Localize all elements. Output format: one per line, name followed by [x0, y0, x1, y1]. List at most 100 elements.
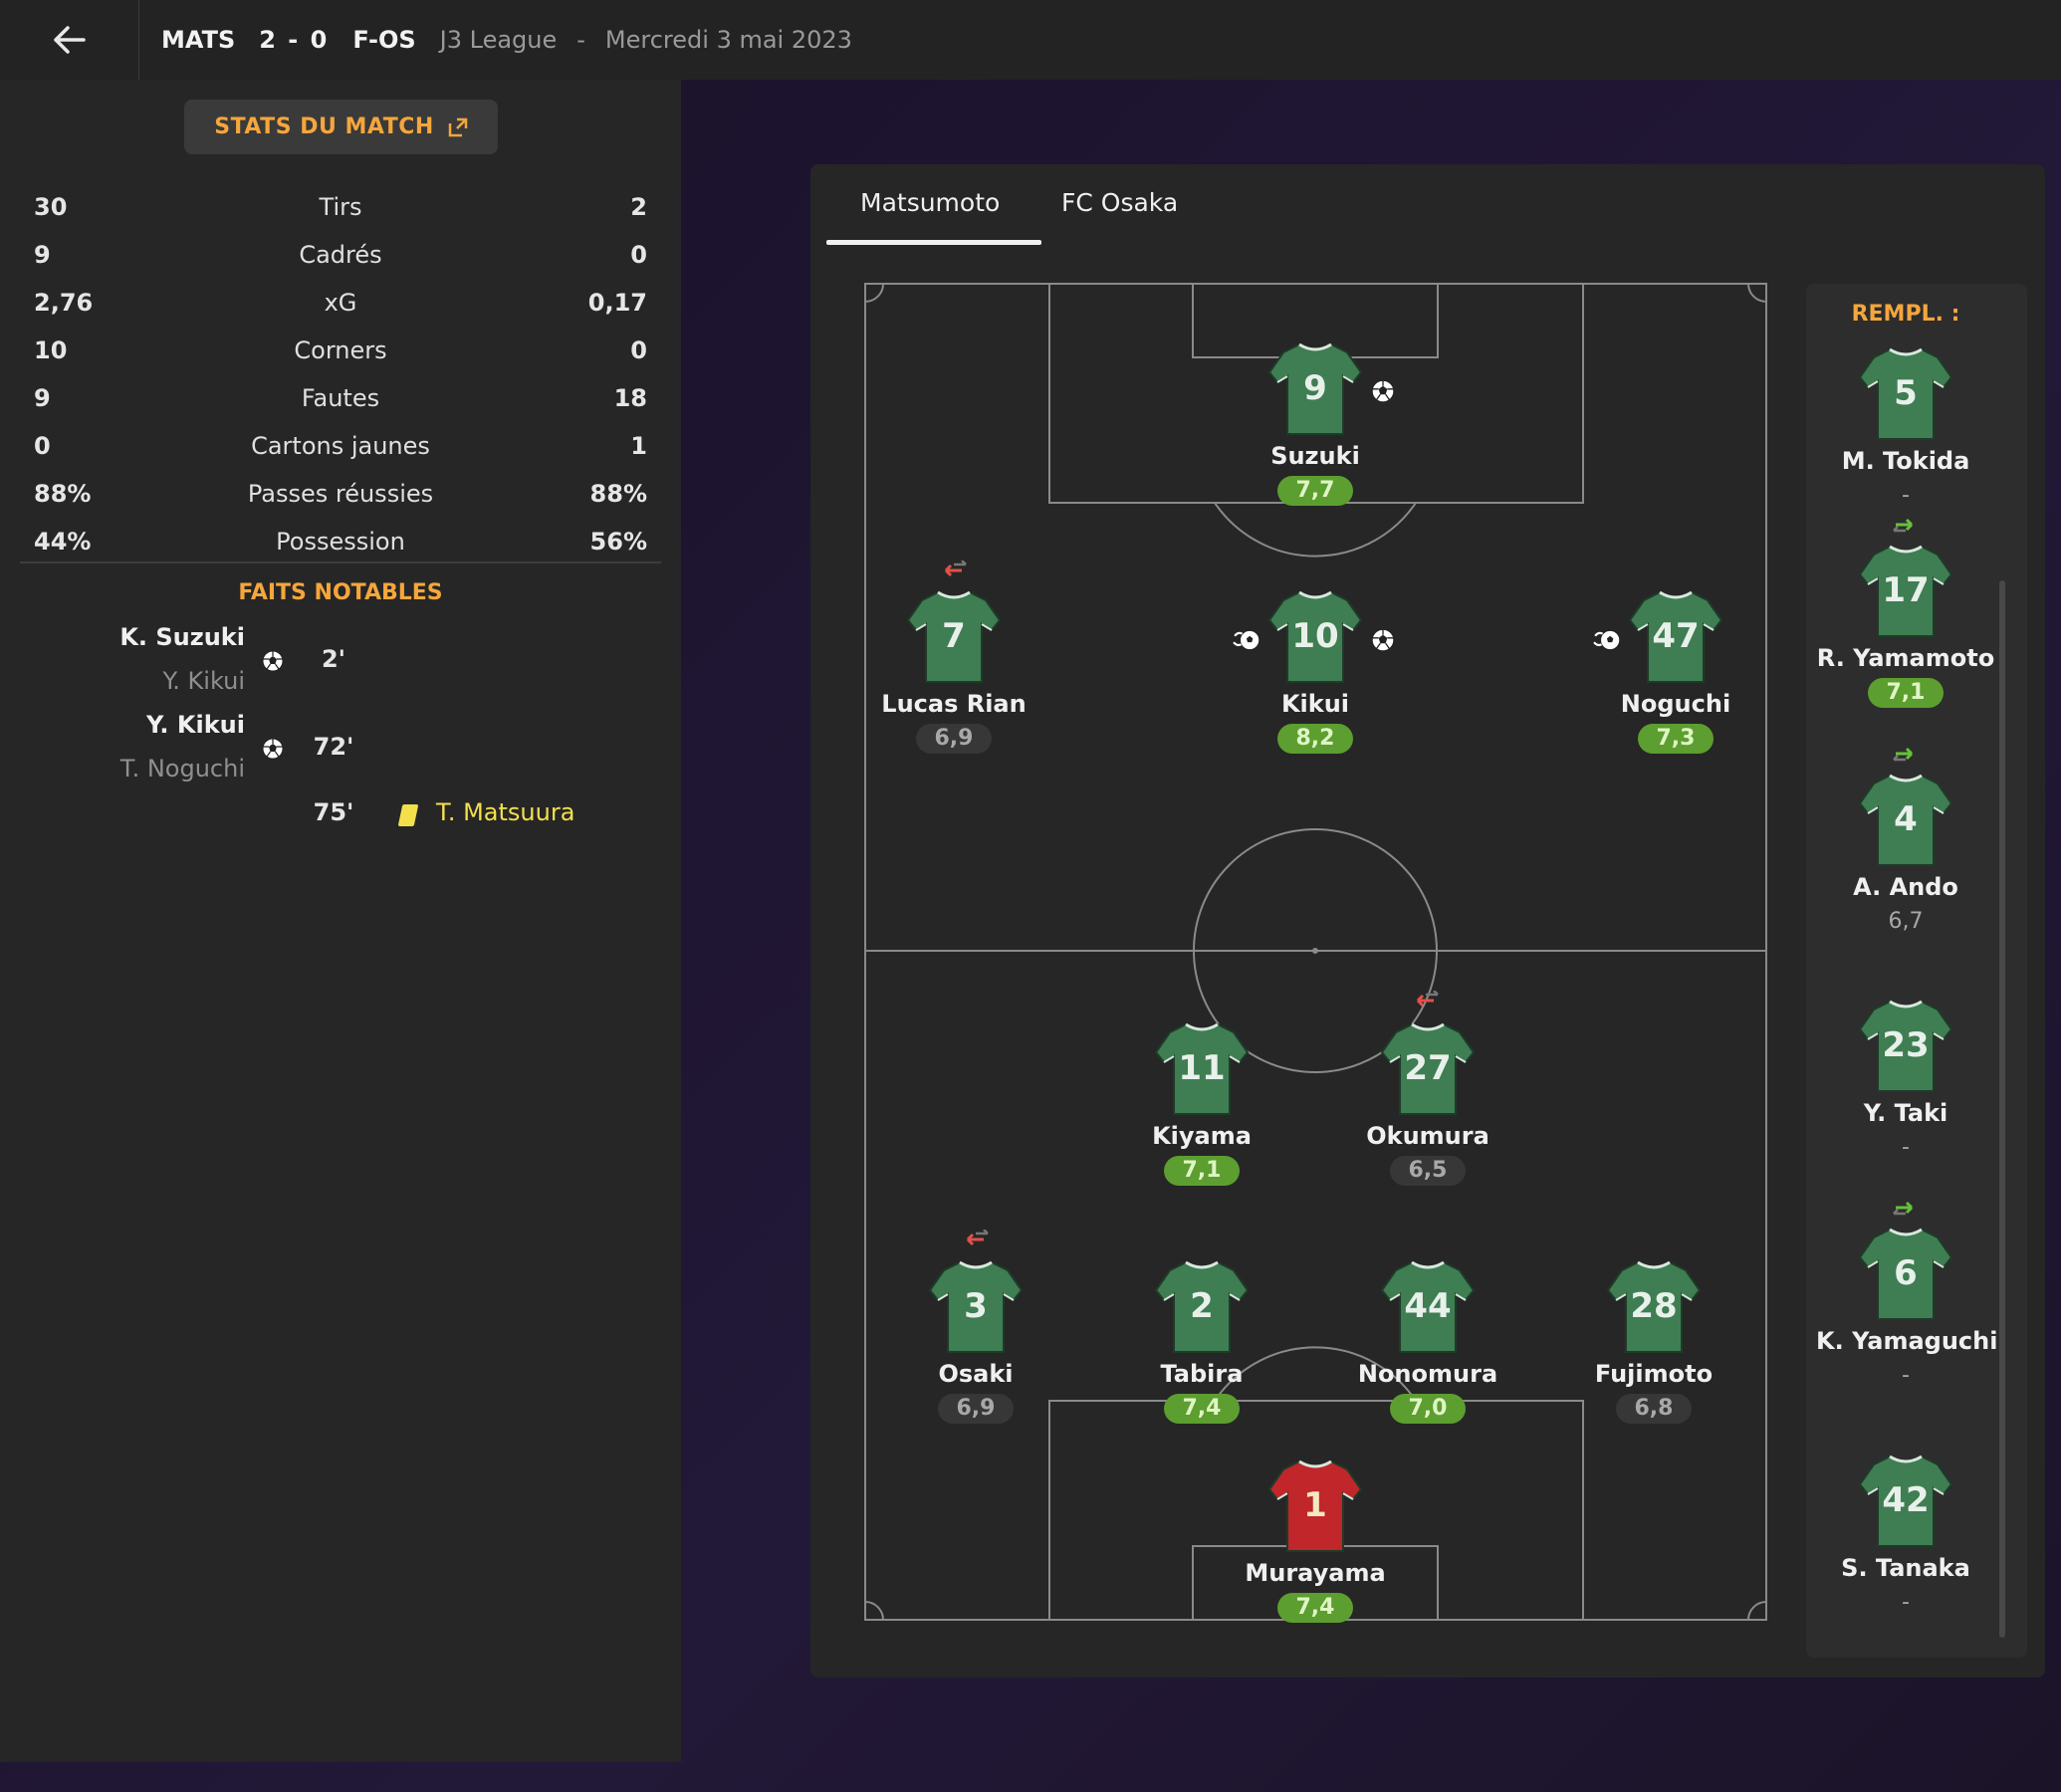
stat-home-value: 9: [34, 241, 51, 269]
goal-minute: 2': [321, 645, 346, 673]
stat-label: Possession: [276, 528, 405, 556]
back-button[interactable]: [0, 0, 139, 80]
player-name: Fujimoto: [1594, 1360, 1714, 1388]
player-fujimoto[interactable]: 28 Fujimoto 6,8: [1564, 1256, 1743, 1424]
stat-row-xg: 2,76 xG 0,17: [34, 283, 647, 323]
stat-label: Tirs: [319, 193, 362, 221]
jersey-number: 42: [1882, 1480, 1930, 1520]
sub-out-icon: [962, 1230, 990, 1249]
stat-home-value: 2,76: [34, 289, 94, 317]
stat-home-value: 0: [34, 432, 51, 460]
player-name: Tabira: [1160, 1360, 1244, 1388]
player-murayama[interactable]: 1 Murayama 7,4: [1226, 1456, 1405, 1623]
stat-label: Cartons jaunes: [251, 432, 430, 460]
stat-away-value: 0,17: [587, 289, 647, 317]
card-player[interactable]: T. Matsuura: [436, 798, 574, 826]
match-header: MATS 2 - 0 F-OS J3 League - Mercredi 3 m…: [161, 26, 852, 54]
goal-minute: 72': [313, 733, 354, 761]
substitute-item[interactable]: 42 S. Tanaka -: [1816, 1451, 1995, 1618]
player-name: Murayama: [1245, 1559, 1386, 1587]
match-stats-panel: STATS DU MATCH 30 Tirs 2 9 Cadrés 0 2,76…: [0, 80, 681, 1762]
player-kikui[interactable]: 10 Kikui 8,2: [1226, 586, 1405, 754]
jersey-number: 3: [964, 1286, 988, 1326]
jersey-number: 7: [942, 616, 966, 656]
player-rating: 7,7: [1277, 476, 1353, 506]
player-name: Osaki: [938, 1360, 1014, 1388]
player-nonomura[interactable]: 44 Nonomura 7,0: [1338, 1256, 1517, 1424]
player-rating: 7,4: [1164, 1394, 1240, 1424]
stat-away-value: 1: [630, 432, 647, 460]
sub-in-icon: [1892, 1198, 1920, 1218]
match-date: Mercredi 3 mai 2023: [604, 26, 852, 54]
assist-icon: [1233, 627, 1262, 653]
stat-label: xG: [324, 289, 357, 317]
substitute-item[interactable]: 4 A. Ando 6,7: [1816, 770, 1995, 937]
stat-home-value: 88%: [34, 480, 92, 508]
card-minute: 75': [313, 798, 354, 826]
player-rating: 7,4: [1277, 1593, 1353, 1623]
player-name: Okumura: [1366, 1122, 1489, 1150]
player-noguchi[interactable]: 47 Noguchi 7,3: [1586, 586, 1765, 754]
goal-scorer: Y. Kikui: [146, 711, 245, 739]
player-lucas-rian[interactable]: 7 Lucas Rian 6,9: [864, 586, 1043, 754]
player-tabira[interactable]: 2 Tabira 7,4: [1112, 1256, 1291, 1424]
stat-home-value: 44%: [34, 528, 92, 556]
player-rating: 6,5: [1390, 1156, 1466, 1186]
stat-row-yellow-cards: 0 Cartons jaunes 1: [34, 426, 647, 466]
player-rating: 6,9: [938, 1394, 1014, 1424]
stat-away-value: 2: [630, 193, 647, 221]
stat-row-shots: 30 Tirs 2: [34, 187, 647, 227]
player-name: Suzuki: [1270, 442, 1360, 470]
header-separator: -: [576, 26, 585, 54]
ball-icon: [261, 737, 285, 761]
substitute-item[interactable]: 5 M. Tokida -: [1816, 343, 1995, 511]
stat-home-value: 30: [34, 193, 68, 221]
stat-home-value: 9: [34, 384, 51, 412]
league-name: J3 League: [439, 26, 558, 54]
ball-icon: [261, 649, 285, 673]
jersey-number: 5: [1894, 373, 1918, 413]
substitute-item[interactable]: 23 Y. Taki -: [1816, 996, 1995, 1163]
stat-row-on-target: 9 Cadrés 0: [34, 235, 647, 275]
player-name: Nonomura: [1357, 1360, 1498, 1388]
substitute-item[interactable]: 6 K. Yamaguchi -: [1816, 1224, 1997, 1391]
player-name: S. Tanaka: [1841, 1554, 1970, 1582]
player-kiyama[interactable]: 11 Kiyama 7,1: [1112, 1018, 1291, 1186]
stat-away-value: 0: [630, 336, 647, 364]
stat-label: Passes réussies: [247, 480, 434, 508]
stat-label: Corners: [294, 336, 387, 364]
player-name: Lucas Rian: [881, 690, 1027, 718]
player-rating: 6,9: [916, 724, 992, 754]
stats-divider: [20, 561, 661, 563]
goal-assist: Y. Kikui: [162, 667, 246, 695]
ball-icon: [1370, 378, 1396, 404]
substitute-item[interactable]: 17 R. Yamamoto 7,1: [1816, 541, 1995, 708]
stat-home-value: 10: [34, 336, 68, 364]
match-stats-button-label: STATS DU MATCH: [214, 114, 434, 139]
jersey-number: 2: [1190, 1286, 1214, 1326]
jersey-number: 6: [1894, 1253, 1918, 1293]
player-osaki[interactable]: 3 Osaki 6,9: [886, 1256, 1065, 1424]
stat-away-value: 0: [630, 241, 647, 269]
player-suzuki[interactable]: 9 Suzuki 7,7: [1226, 338, 1405, 506]
match-stats-button[interactable]: STATS DU MATCH: [184, 100, 498, 154]
home-team-abbr: MATS: [161, 26, 236, 54]
player-name: R. Yamamoto: [1816, 644, 1995, 672]
player-okumura[interactable]: 27 Okumura 6,5: [1338, 1018, 1517, 1186]
jersey-number: 28: [1630, 1286, 1678, 1326]
stat-label: Fautes: [301, 384, 380, 412]
stat-away-value: 18: [613, 384, 647, 412]
substitutes-scrollbar[interactable]: [1999, 580, 2005, 1638]
notable-title: FAITS NOTABLES: [238, 580, 443, 605]
external-link-icon: [448, 117, 468, 136]
top-bar: MATS 2 - 0 F-OS J3 League - Mercredi 3 m…: [0, 0, 2061, 80]
jersey-number: 23: [1882, 1025, 1930, 1065]
sub-in-icon: [1892, 744, 1920, 764]
player-rating: 7,0: [1390, 1394, 1466, 1424]
jersey-number: 44: [1404, 1286, 1452, 1326]
player-name: Noguchi: [1620, 690, 1731, 718]
lineup-panel: Matsumoto FC Osaka 9 Suzuki 7,7 7 Lucas …: [810, 164, 2045, 1678]
player-name: Y. Taki: [1863, 1099, 1948, 1127]
jersey-number: 27: [1404, 1048, 1452, 1088]
player-rating: 6,7: [1888, 909, 1924, 934]
